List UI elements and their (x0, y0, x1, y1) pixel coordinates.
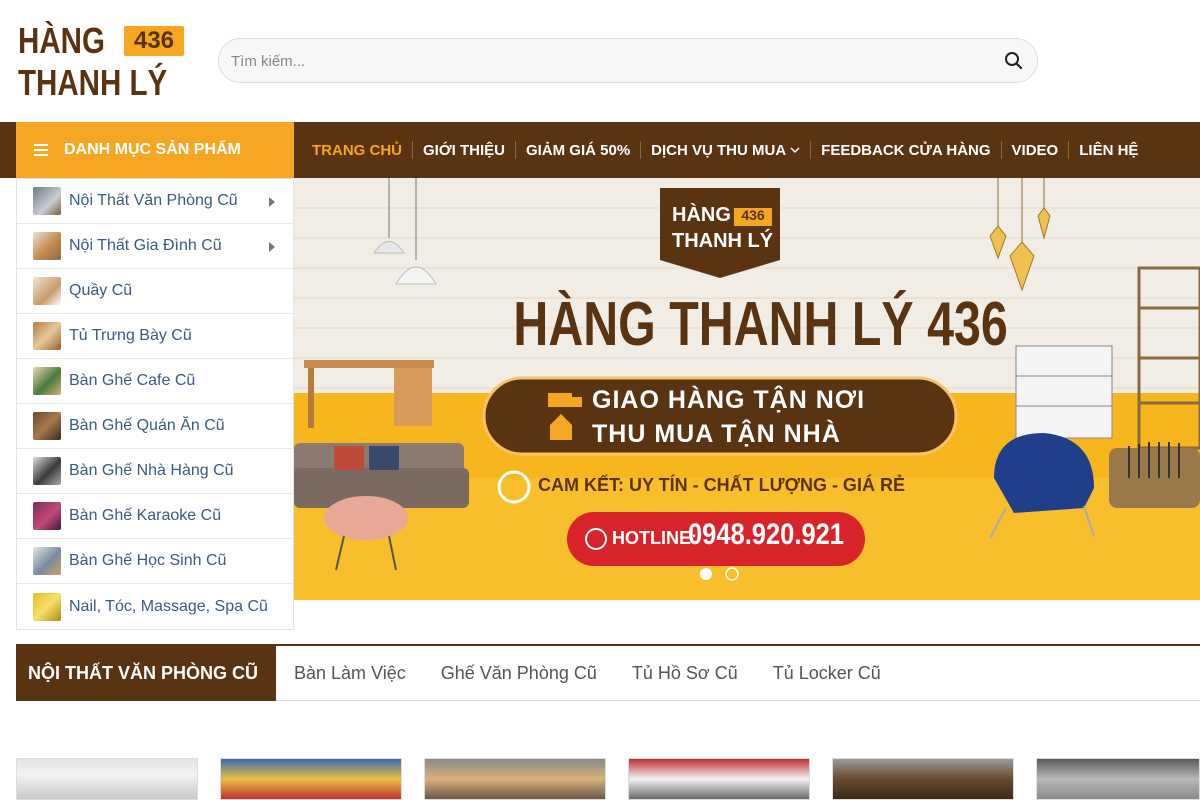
category-thumbnail (33, 412, 61, 440)
category-thumbnail (33, 547, 61, 575)
sidebar-item-cafe[interactable]: Bàn Ghế Cafe Cũ (17, 359, 293, 404)
search-box (218, 38, 1038, 83)
sidebar-item-home[interactable]: Nội Thất Gia Đình Cũ (17, 224, 293, 269)
nav-item-contact[interactable]: LIÊN HỆ (1069, 142, 1148, 159)
product-card[interactable] (628, 758, 810, 800)
category-thumbnail (33, 592, 61, 621)
banner-hotline-number: 0948.920.921 (688, 518, 844, 551)
category-thumbnail (33, 367, 61, 395)
section-tabs: Bàn Làm Việc Ghế Văn Phòng Cũ Tủ Hồ Sơ C… (294, 646, 916, 701)
tab-office-chair[interactable]: Ghế Văn Phòng Cũ (441, 663, 597, 684)
nav-item-buyback-label: DỊCH VỤ THU MUA (651, 141, 787, 159)
tab-locker[interactable]: Tủ Locker Cũ (773, 663, 881, 684)
banner-line2: THU MUA TẬN NHÀ (592, 420, 841, 448)
hero-banner[interactable]: HÀNG 436 THANH LÝ HÀNG THANH LÝ 436 GIAO… (294, 178, 1200, 600)
sidebar-item-label: Bàn Ghế Học Sinh Cũ (69, 552, 227, 569)
sidebar-item-student[interactable]: Bàn Ghế Học Sinh Cũ (17, 539, 293, 584)
search-input[interactable] (231, 49, 991, 73)
sidebar-item-display-cabinet[interactable]: Tủ Trưng Bày Cũ (17, 314, 293, 359)
banner-commitment: CAM KẾT: UY TÍN - CHẤT LƯỢNG - GIÁ RẺ (538, 475, 905, 495)
carousel-dot-2[interactable] (726, 568, 738, 580)
category-thumbnail (33, 502, 61, 530)
nav-item-home[interactable]: TRANG CHỦ (302, 142, 412, 159)
banner-headline: HÀNG THANH LÝ 436 (513, 290, 1008, 359)
sidebar-item-label: Nail, Tóc, Massage, Spa Cũ (69, 597, 268, 615)
site-logo[interactable]: HÀNG 436 THANH LÝ (18, 22, 188, 104)
category-sidebar: Nội Thất Văn Phòng Cũ Nội Thất Gia Đình … (16, 178, 294, 630)
sidebar-item-label: Bàn Ghế Cafe Cũ (69, 372, 196, 389)
banner-logo-line1: HÀNG (672, 204, 731, 226)
tab-desk[interactable]: Bàn Làm Việc (294, 663, 406, 684)
section-office-furniture: NỘI THẤT VĂN PHÒNG CŨ Bàn Làm Việc Ghế V… (16, 644, 1200, 701)
banner-hotline-label: HOTLINE: (612, 528, 697, 548)
tab-file-cabinet[interactable]: Tủ Hồ Sơ Cũ (632, 663, 738, 684)
product-card[interactable] (424, 758, 606, 800)
sidebar-item-label: Tủ Trưng Bày Cũ (69, 327, 192, 344)
product-card[interactable] (220, 758, 402, 800)
category-thumbnail (33, 277, 61, 305)
category-thumbnail (33, 187, 61, 215)
sidebar-item-label: Nội Thất Gia Đình Cũ (69, 237, 222, 254)
sidebar-item-label: Nội Thất Văn Phòng Cũ (69, 192, 238, 209)
category-thumbnail (33, 322, 61, 350)
banner-logo-badge: 436 (741, 207, 765, 223)
category-thumbnail (33, 457, 61, 485)
sidebar-item-counter[interactable]: Quầy Cũ (17, 269, 293, 314)
chevron-right-icon (269, 242, 275, 252)
site-header: HÀNG 436 THANH LÝ (0, 0, 1200, 122)
sidebar-item-label: Quầy Cũ (69, 282, 133, 299)
hamburger-icon (34, 141, 48, 159)
section-title[interactable]: NỘI THẤT VĂN PHÒNG CŨ (16, 646, 276, 701)
carousel-dot-1[interactable] (700, 568, 712, 580)
sidebar-item-eatery[interactable]: Bàn Ghế Quán Ăn Cũ (17, 404, 293, 449)
main-nav: TRANG CHỦ GIỚI THIỆU GIẢM GIÁ 50% DỊCH V… (302, 122, 1148, 178)
banner-line1: GIAO HÀNG TẬN NƠI (592, 386, 866, 414)
chevron-down-icon (790, 147, 800, 153)
chevron-right-icon (269, 197, 275, 207)
category-thumbnail (33, 232, 61, 260)
logo-badge: 436 (124, 26, 184, 56)
product-card[interactable] (16, 758, 198, 800)
banner-logo-line2: THANH LÝ (672, 230, 774, 252)
main-navbar: DANH MỤC SẢN PHẨM TRANG CHỦ GIỚI THIỆU G… (0, 122, 1200, 178)
sidebar-item-label: Bàn Ghế Quán Ăn Cũ (69, 417, 225, 434)
nav-item-discount[interactable]: GIẢM GIÁ 50% (516, 142, 640, 159)
sidebar-item-restaurant[interactable]: Bàn Ghế Nhà Hàng Cũ (17, 449, 293, 494)
sidebar-item-karaoke[interactable]: Bàn Ghế Karaoke Cũ (17, 494, 293, 539)
nav-item-about[interactable]: GIỚI THIỆU (413, 142, 515, 159)
sidebar-item-office[interactable]: Nội Thất Văn Phòng Cũ (17, 179, 293, 224)
category-menu-label: DANH MỤC SẢN PHẨM (64, 141, 241, 158)
logo-line1: HÀNG (18, 20, 105, 61)
sidebar-item-label: Bàn Ghế Karaoke Cũ (69, 507, 222, 524)
category-menu-button[interactable]: DANH MỤC SẢN PHẨM (16, 122, 294, 178)
nav-item-buyback[interactable]: DỊCH VỤ THU MUA (641, 142, 810, 159)
product-card[interactable] (1036, 758, 1200, 800)
search-icon[interactable] (1003, 50, 1025, 72)
product-card[interactable] (832, 758, 1014, 800)
nav-item-video[interactable]: VIDEO (1002, 142, 1069, 159)
nav-item-feedback[interactable]: FEEDBACK CỬA HÀNG (811, 142, 1000, 159)
sidebar-item-spa[interactable]: Nail, Tóc, Massage, Spa Cũ (17, 584, 293, 629)
sidebar-item-label: Bàn Ghế Nhà Hàng Cũ (69, 462, 234, 479)
logo-line2: THANH LÝ (18, 62, 168, 103)
